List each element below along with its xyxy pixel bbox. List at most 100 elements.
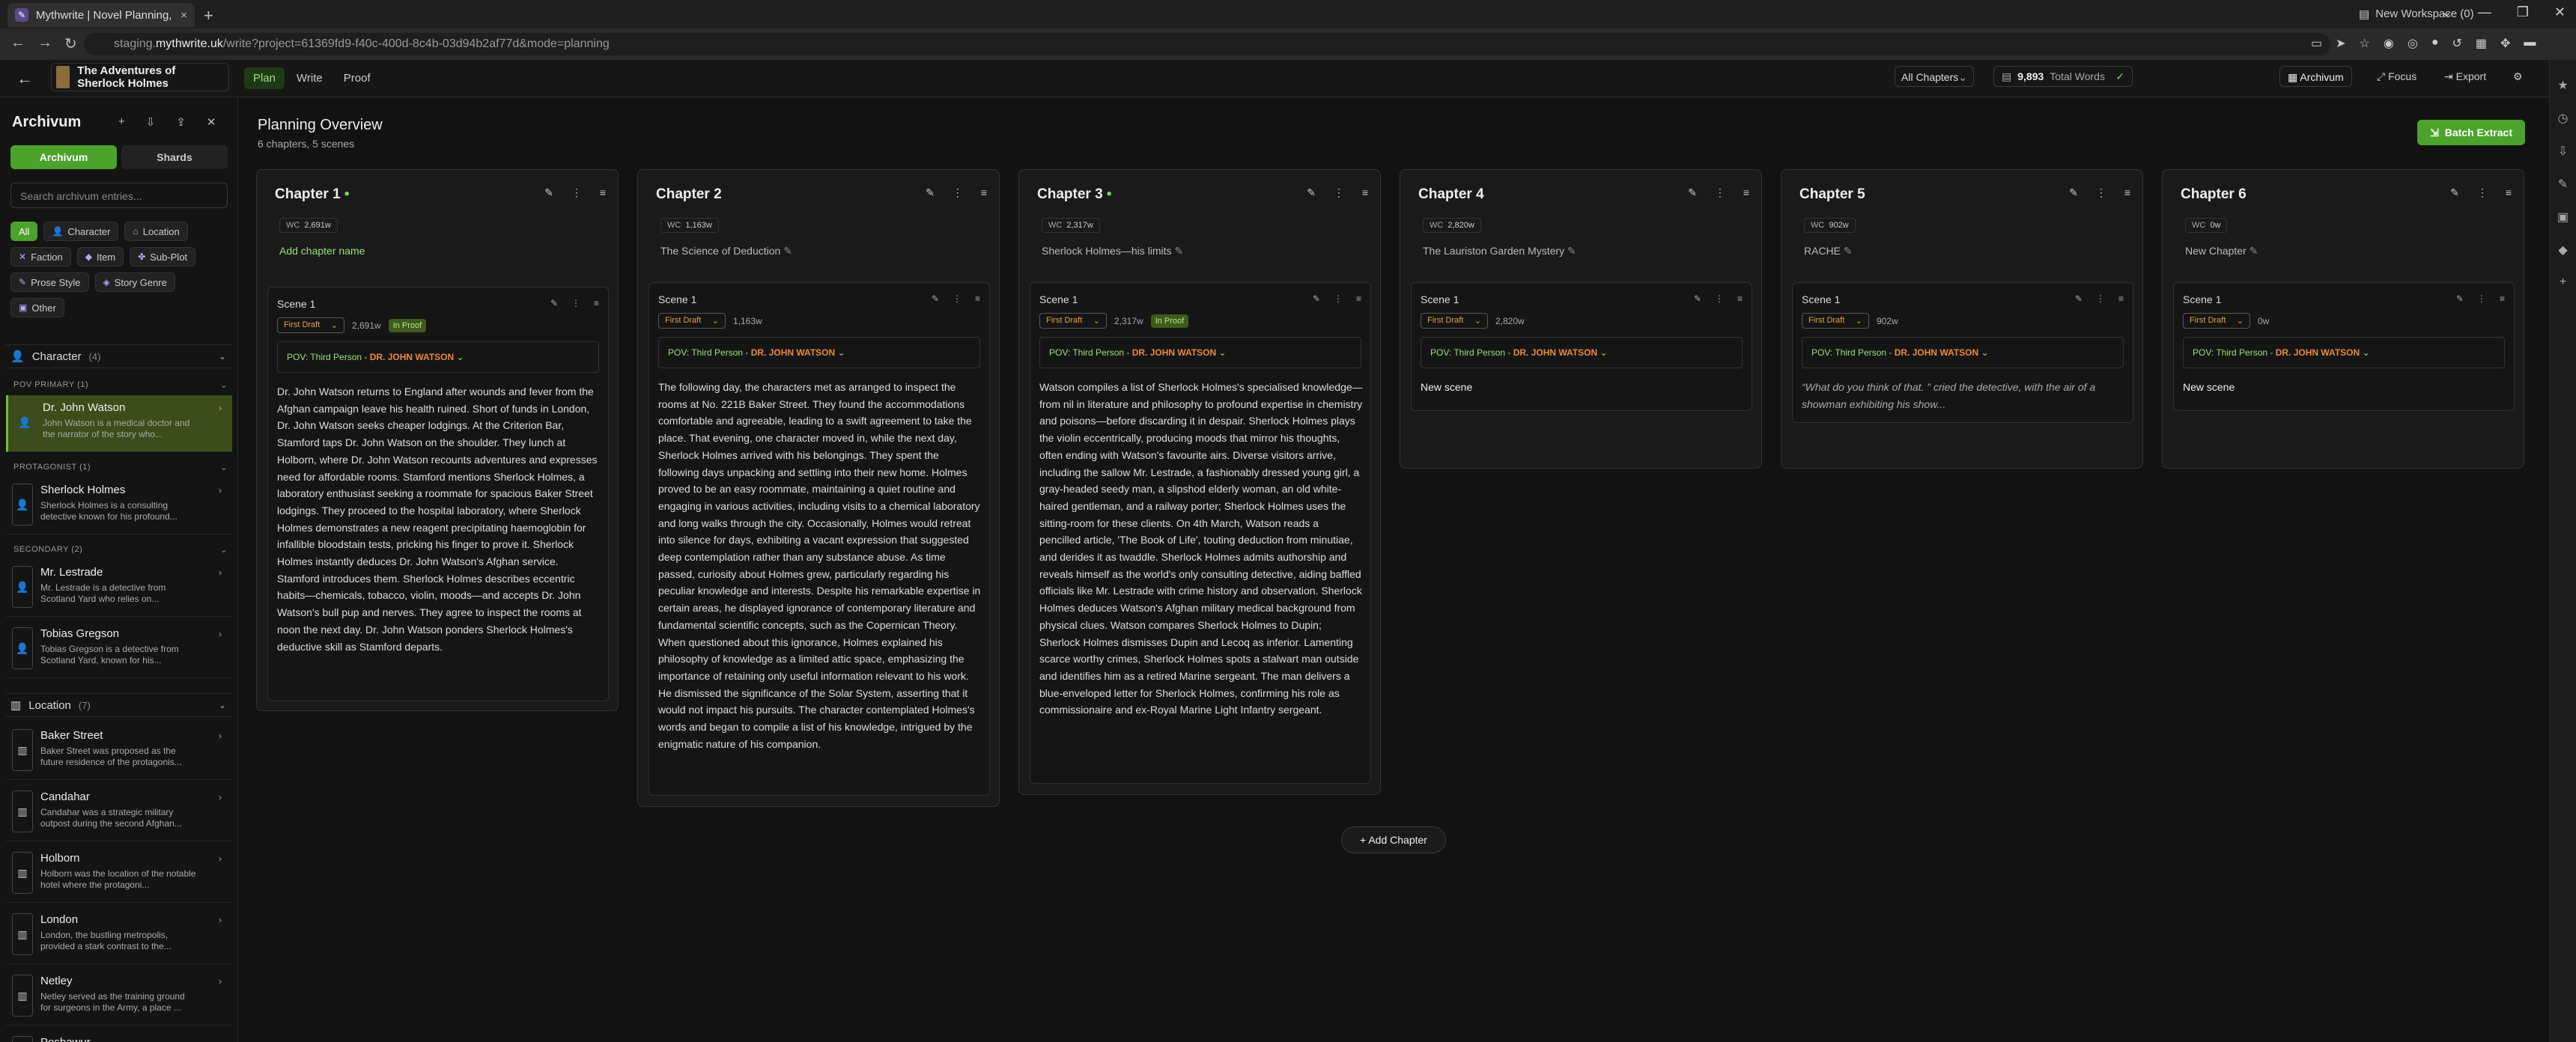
chapter-subtitle[interactable]: Sherlock Holmes—his limits ✎ <box>1042 245 1183 258</box>
more-icon[interactable]: ⋮ <box>1715 293 1724 304</box>
tab-shards[interactable]: Shards <box>121 145 228 169</box>
more-icon[interactable]: ⋮ <box>2477 186 2488 199</box>
chapter-title[interactable]: Chapter 5 <box>1799 186 1865 203</box>
list-item[interactable]: ▥ Holborn Holborn was the location of the… <box>6 846 232 903</box>
back-arrow-icon[interactable]: ← <box>16 69 33 88</box>
puzzle-icon[interactable]: ✥ <box>2500 36 2510 51</box>
history-side-icon[interactable]: ◷ <box>2550 111 2576 126</box>
drag-handle-icon[interactable]: ≡ <box>1737 293 1743 304</box>
filter-chip-faction[interactable]: ✕ Faction <box>10 247 71 266</box>
minimize-button[interactable]: — <box>2478 4 2491 20</box>
browser-back-icon[interactable]: ← <box>10 34 25 52</box>
list-item[interactable]: 👤 Mr. Lestrade Mr. Lestrade is a detectiv… <box>6 560 232 617</box>
browser-tab[interactable]: ✎ Mythwrite | Novel Planning, Wr × <box>7 3 195 27</box>
chapter-select[interactable]: All Chapters ⌄ <box>1895 66 1974 87</box>
focus-button[interactable]: ⤢ Focus <box>2369 66 2424 87</box>
pencil-icon[interactable]: ✎ <box>1567 245 1576 257</box>
list-item[interactable]: ▥ Candahar Candahar was a strategic milit… <box>6 784 232 841</box>
subsection-pov-primary[interactable]: POV PRIMARY (1) ⌄ <box>13 380 228 390</box>
filter-chip-story-genre[interactable]: ◈ Story Genre <box>94 272 175 292</box>
close-sidebar-icon[interactable]: ✕ <box>207 115 216 129</box>
edit-icon[interactable]: ✎ <box>1688 186 1697 199</box>
filter-chip-all[interactable]: All <box>10 222 38 241</box>
profile-icon[interactable]: ◎ <box>2408 36 2418 51</box>
scene-synopsis[interactable]: The following day, the characters met as… <box>658 379 982 752</box>
close-window-button[interactable]: ✕ <box>2554 4 2566 20</box>
pov-select[interactable]: POV: Third Person - DR. JOHN WATSON ⌄ <box>1421 337 1743 368</box>
add-chapter-button[interactable]: + Add Chapter <box>1341 826 1446 853</box>
pencil-icon[interactable]: ✎ <box>1844 245 1853 257</box>
teams-icon[interactable]: ◆ <box>2550 243 2576 258</box>
chapter-subtitle[interactable]: New Chapter ✎ <box>2185 245 2258 258</box>
reload-icon[interactable]: ↻ <box>64 34 77 53</box>
scene-card[interactable]: Scene 1 ✎ ⋮ ≡ First Draft ⌄ 2,691w In Proo… <box>267 287 609 701</box>
edit-icon[interactable]: ✎ <box>926 186 935 199</box>
scene-card[interactable]: Scene 1 ✎ ⋮ ≡ First Draft ⌄ 0w POV: Third … <box>2173 282 2515 411</box>
list-item[interactable]: 👤 Dr. John Watson John Watson is a medica… <box>6 395 232 452</box>
maximize-button[interactable]: ❐ <box>2517 4 2529 20</box>
scene-synopsis[interactable]: New scene <box>2183 379 2506 396</box>
scene-card[interactable]: Scene 1 ✎ ⋮ ≡ First Draft ⌄ 1,163w POV: Th… <box>648 282 990 796</box>
list-item[interactable]: ▥ Netley Netley served as the training gr… <box>6 969 232 1026</box>
drag-handle-icon[interactable]: ≡ <box>1362 186 1368 199</box>
filter-chip-item[interactable]: ◆ Item <box>76 247 124 266</box>
pen-icon[interactable]: ✎ <box>2550 177 2576 192</box>
chapter-title[interactable]: Chapter 3 • <box>1037 186 1112 203</box>
drag-handle-icon[interactable]: ≡ <box>981 186 987 199</box>
chapter-title[interactable]: Chapter 1 • <box>275 186 350 203</box>
import-icon[interactable]: ⇩ <box>146 115 156 129</box>
edit-icon[interactable]: ✎ <box>1307 186 1316 199</box>
pov-select[interactable]: POV: Third Person - DR. JOHN WATSON ⌄ <box>1039 337 1361 368</box>
list-item[interactable]: 👤 Tobias Gregson Tobias Gregson is a dete… <box>6 621 232 678</box>
more-icon[interactable]: ⋮ <box>2096 293 2105 304</box>
url-field[interactable]: staging. mythwrite.uk/write?project=61369… <box>84 33 2330 55</box>
more-icon[interactable]: ⋮ <box>2477 293 2486 304</box>
bookmark-icon[interactable]: ★ <box>2550 78 2576 93</box>
vpn-icon[interactable]: ● <box>2431 36 2439 51</box>
batch-extract-button[interactable]: ⇲ Batch Extract <box>2417 120 2525 145</box>
chapter-title[interactable]: Chapter 6 <box>2181 186 2247 203</box>
mode-proof[interactable]: Proof <box>335 67 380 89</box>
more-icon[interactable]: ⋮ <box>953 186 963 199</box>
drag-handle-icon[interactable]: ≡ <box>975 293 980 304</box>
archivum-toggle-button[interactable]: ▦ Archivum <box>2279 66 2352 87</box>
edit-icon[interactable]: ✎ <box>1694 293 1701 304</box>
more-icon[interactable]: ⋮ <box>953 293 962 304</box>
filter-chip-character[interactable]: 👤 Character <box>43 222 119 241</box>
chapter-subtitle[interactable]: The Lauriston Garden Mystery ✎ <box>1423 245 1576 258</box>
add-entry-icon[interactable]: + <box>118 115 125 129</box>
mode-plan[interactable]: Plan <box>244 67 285 89</box>
edit-icon[interactable]: ✎ <box>2069 186 2078 199</box>
draft-status-select[interactable]: First Draft ⌄ <box>2183 313 2250 329</box>
draft-status-select[interactable]: First Draft ⌄ <box>1802 313 1869 329</box>
drag-handle-icon[interactable]: ≡ <box>1743 186 1749 199</box>
history-icon[interactable]: ↺ <box>2452 36 2461 51</box>
draft-status-select[interactable]: First Draft ⌄ <box>658 313 726 329</box>
tab-list-chevron-icon[interactable]: ⌄ <box>2441 4 2452 20</box>
draft-status-select[interactable]: First Draft ⌄ <box>1421 313 1488 329</box>
section-location-header[interactable]: ▥ Location (7) ⌄ <box>6 693 232 717</box>
new-tab-button[interactable]: + <box>204 6 213 25</box>
chapter-title[interactable]: Chapter 2 <box>656 186 722 203</box>
pencil-icon[interactable]: ✎ <box>783 245 792 257</box>
mode-write[interactable]: Write <box>288 67 332 89</box>
pov-select[interactable]: POV: Third Person - DR. JOHN WATSON ⌄ <box>1802 337 2124 368</box>
section-character-header[interactable]: 👤 Character (4) ⌄ <box>6 344 232 368</box>
edit-icon[interactable]: ✎ <box>1313 293 1320 304</box>
extension-badge-icon[interactable]: ▦ <box>2476 36 2487 51</box>
draft-status-select[interactable]: First Draft ⌄ <box>1039 313 1107 329</box>
edit-icon[interactable]: ✎ <box>2456 293 2464 304</box>
filter-chip-prose-style[interactable]: ✎ Prose Style <box>10 272 89 292</box>
browser-forward-icon[interactable]: → <box>37 34 52 52</box>
more-icon[interactable]: ⋮ <box>1715 186 1725 199</box>
download-icon[interactable]: ⇩ <box>2550 144 2576 159</box>
tab-archivum[interactable]: Archivum <box>10 145 117 169</box>
drag-handle-icon[interactable]: ≡ <box>600 186 606 199</box>
filter-chip-other[interactable]: ▣ Other <box>10 298 64 317</box>
tab-close-icon[interactable]: × <box>180 9 187 22</box>
drag-handle-icon[interactable]: ≡ <box>2118 293 2124 304</box>
export-entries-icon[interactable]: ⇪ <box>176 115 186 129</box>
draft-status-select[interactable]: First Draft ⌄ <box>277 317 344 333</box>
scene-synopsis[interactable]: “What do you think of that. ” cried the … <box>1802 379 2125 412</box>
drag-handle-icon[interactable]: ≡ <box>594 298 599 308</box>
